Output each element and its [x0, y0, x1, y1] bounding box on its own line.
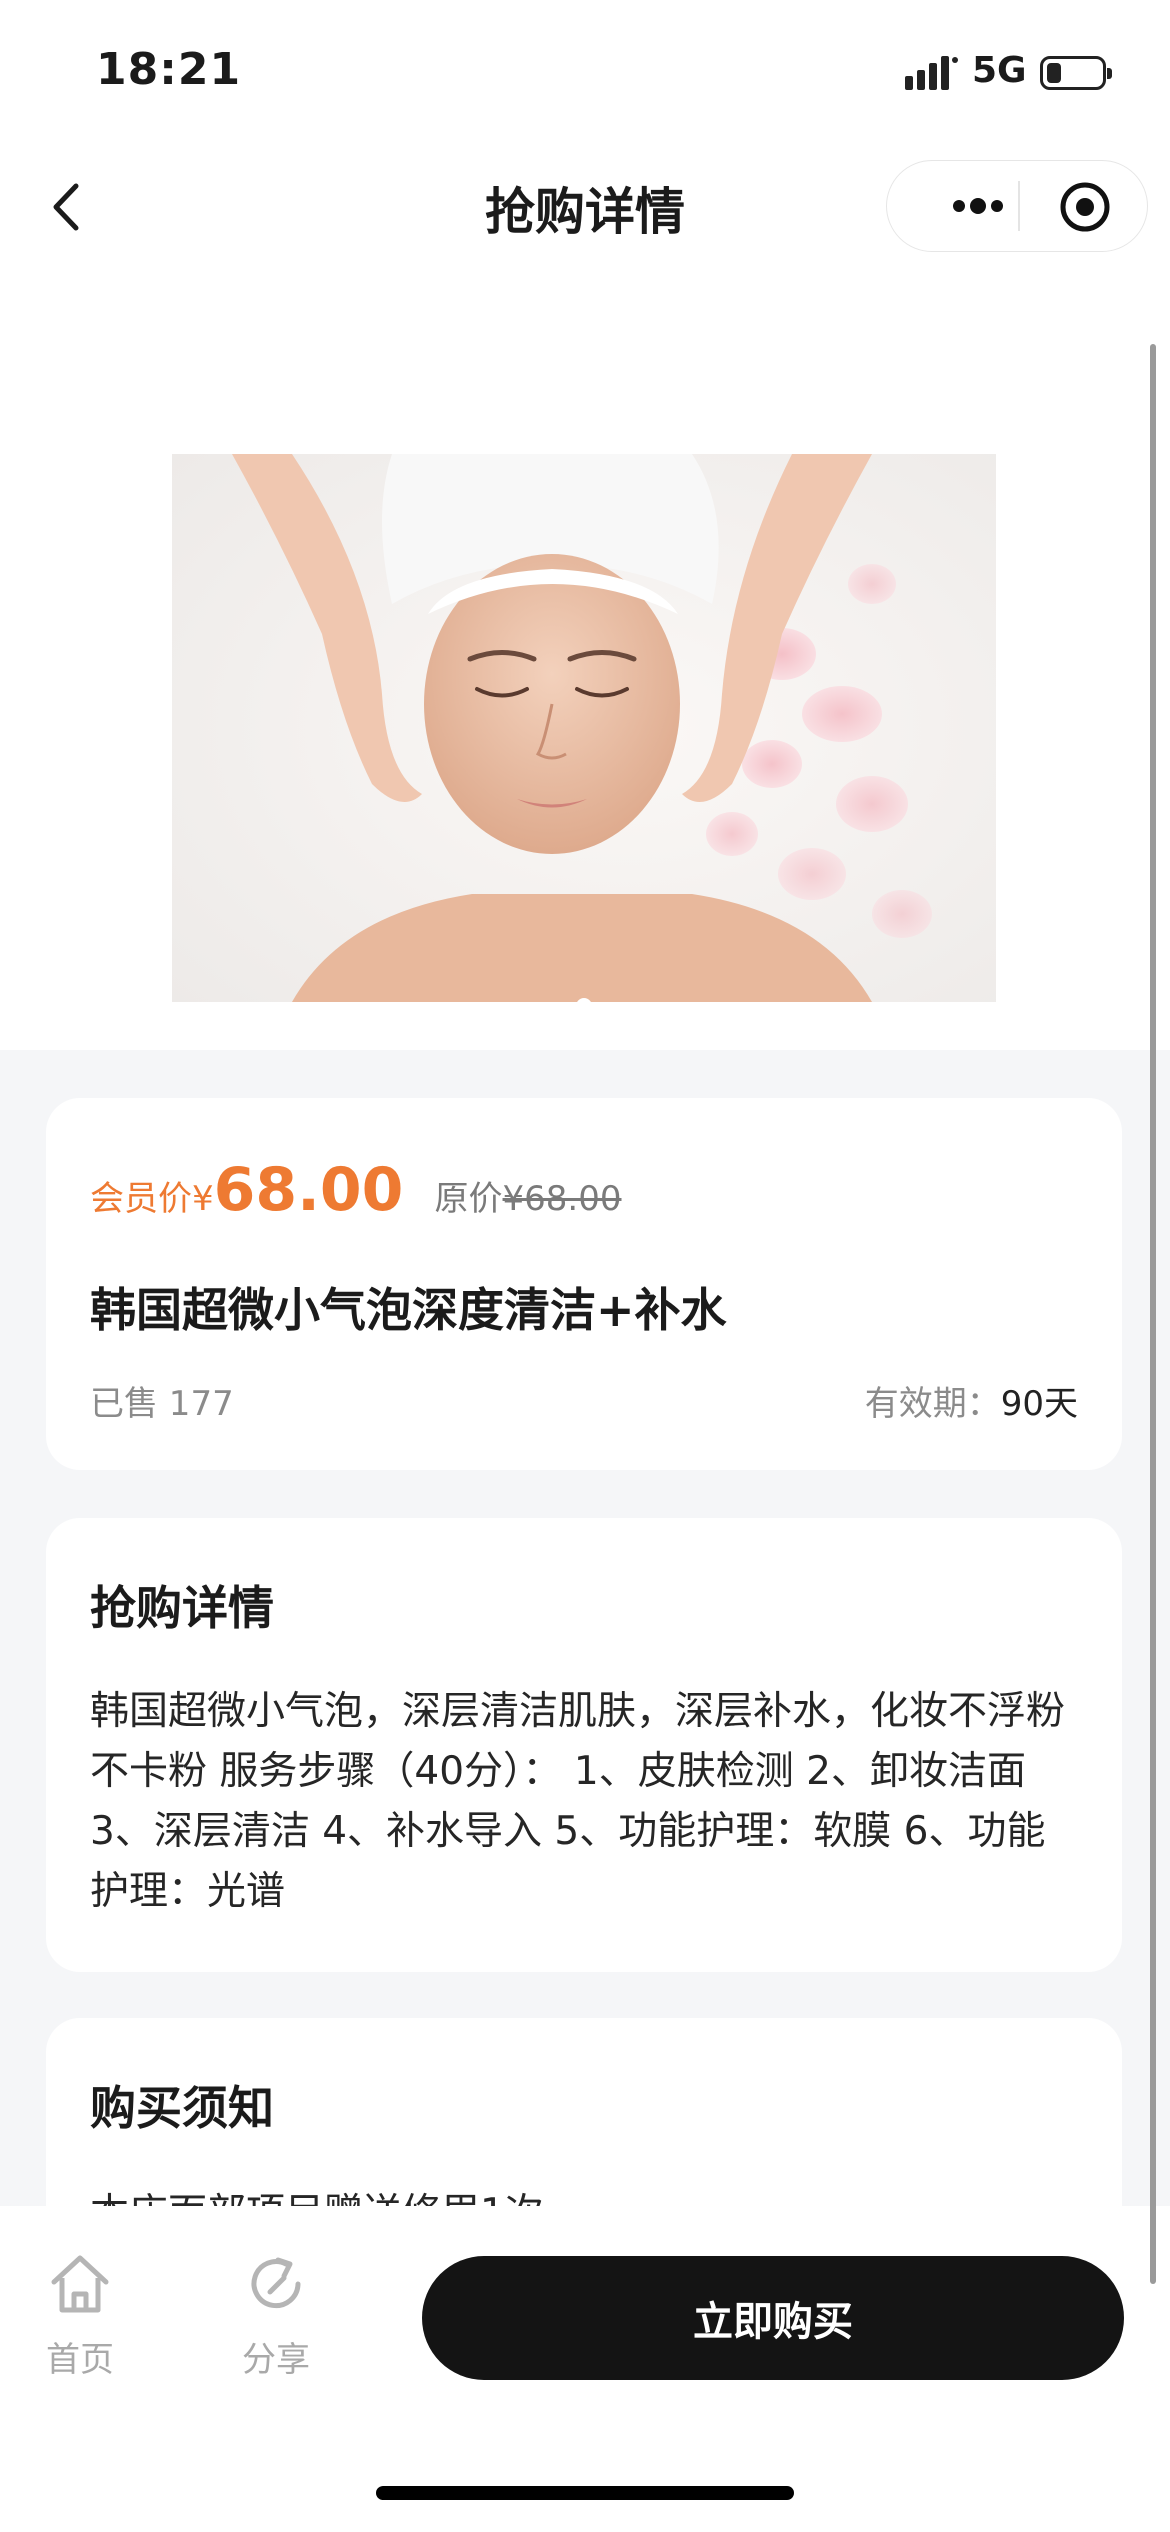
price-row: 会员价¥68.00 原价¥68.00: [90, 1155, 622, 1225]
more-dots-icon[interactable]: [923, 179, 1033, 233]
details-text: 韩国超微小气泡，深层清洁肌肤，深层补水，化妆不浮粉不卡粉 服务步骤（40分）： …: [90, 1689, 1066, 1914]
home-label: 首页: [46, 2340, 114, 2380]
scrollbar[interactable]: [1150, 344, 1156, 2284]
share-tab[interactable]: 分享: [216, 2248, 336, 2381]
share-label: 分享: [242, 2340, 310, 2380]
carousel-dot[interactable]: [576, 998, 592, 1014]
share-icon: [251, 2257, 301, 2309]
home-indicator: [376, 2486, 794, 2500]
home-icon: [51, 2255, 109, 2313]
original-price: ¥68.00: [502, 1179, 622, 1219]
capsule-divider: [1018, 181, 1020, 231]
details-title: 抢购详情: [90, 1581, 274, 1635]
validity: 有效期：90天: [865, 1376, 1078, 1425]
signal-bars-icon: [905, 56, 958, 90]
battery-icon: [1040, 56, 1112, 90]
target-circle-icon[interactable]: [1057, 179, 1113, 235]
status-time: 18:21: [96, 44, 242, 95]
product-title: 韩国超微小气泡深度清洁+补水: [90, 1283, 727, 1337]
home-tab[interactable]: 首页: [20, 2248, 140, 2381]
network-label: 5G: [972, 50, 1027, 91]
mini-program-capsule: [886, 160, 1148, 252]
member-price: 68.00: [213, 1155, 404, 1225]
original-price-label: 原价: [434, 1179, 503, 1219]
notice-title: 购买须知: [90, 2081, 274, 2135]
buy-now-button[interactable]: 立即购买: [422, 2256, 1124, 2380]
validity-label: 有效期：: [864, 1384, 1001, 1424]
sold-count: 已售 177: [90, 1384, 234, 1424]
product-photo[interactable]: [172, 454, 996, 1002]
validity-value: 90天: [1000, 1384, 1078, 1424]
member-price-label: 会员价¥: [90, 1179, 214, 1219]
